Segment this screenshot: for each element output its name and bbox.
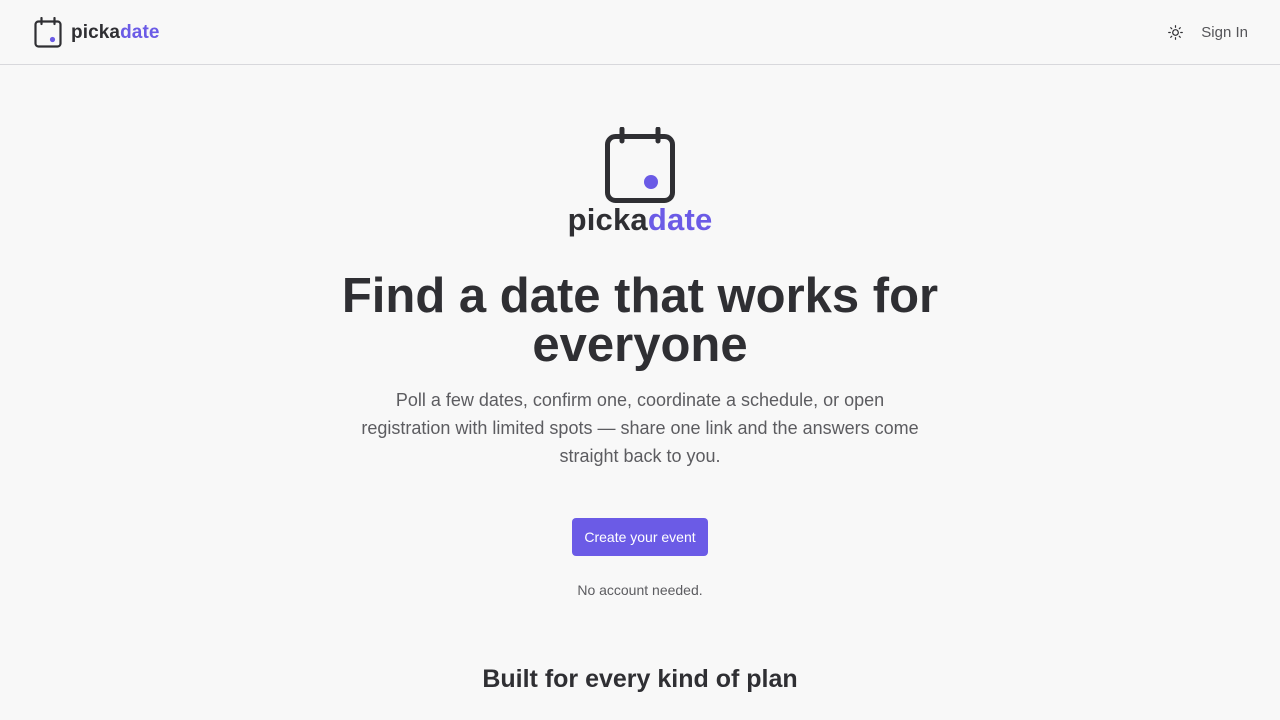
hero-logo: pickadate [568,127,712,243]
brand-wordmark-part1: picka [71,21,121,43]
brand-wordmark-part2: date [120,21,160,43]
calendar-icon [34,16,62,48]
hero-wordmark: pickadate [568,204,713,235]
hero-headline: Find a date that works for everyone [341,269,939,372]
header-actions: Sign In [1165,20,1248,44]
create-event-button[interactable]: Create your event [572,518,708,556]
brand-wordmark: pickadate [71,23,160,42]
top-navigation-bar: pickadate Sign In [0,0,1280,65]
no-account-note: No account needed. [577,582,703,598]
sun-icon [1167,24,1183,40]
sign-in-link[interactable]: Sign In [1201,24,1248,41]
hero-subtext: Poll a few dates, confirm one, coordinat… [361,390,919,466]
hero-wordmark-part1: picka [567,202,648,237]
calendar-icon [605,127,675,203]
hero-wordmark-part2: date [647,202,713,237]
theme-toggle-button[interactable] [1165,22,1185,42]
brand-home-link[interactable]: pickadate [34,16,160,48]
features-section-title: Built for every kind of plan [482,665,798,693]
